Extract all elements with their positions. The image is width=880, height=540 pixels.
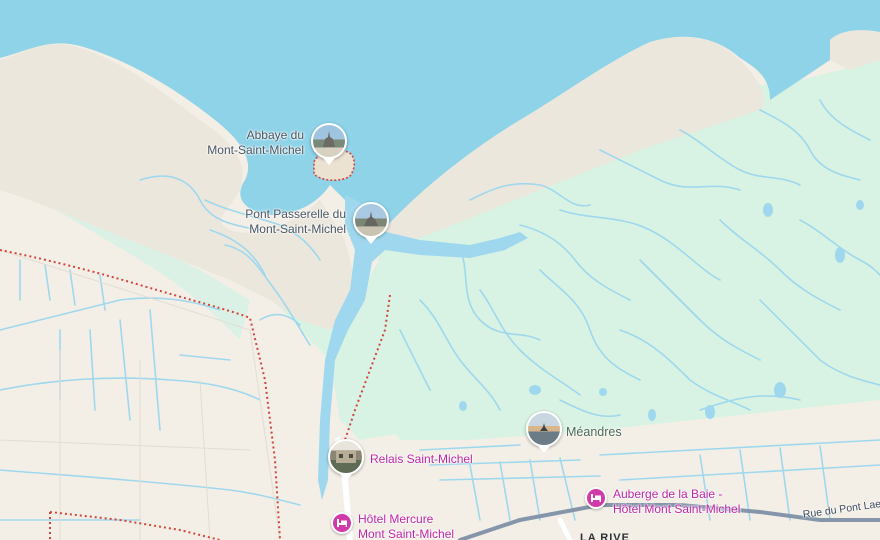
abbey-label-line2: Mont-Saint-Michel	[207, 143, 304, 157]
meandres-pin-tail	[538, 446, 550, 453]
mercure-label[interactable]: Hôtel Mercure Mont Saint-Michel	[358, 512, 454, 540]
bridge-label-line2: Mont-Saint-Michel	[249, 222, 346, 236]
bed-icon[interactable]	[585, 487, 607, 509]
abbey-label-line1: Abbaye du	[246, 128, 304, 142]
bed-icon[interactable]	[331, 512, 353, 534]
auberge-label[interactable]: Auberge de la Baie - Hôtel Mont Saint-Mi…	[613, 487, 740, 517]
map-canvas[interactable]: Abbaye du Mont-Saint-Michel Pont Passere…	[0, 0, 880, 540]
relais-pin-tail	[340, 474, 352, 481]
relais-label[interactable]: Relais Saint-Michel	[370, 452, 473, 467]
bridge-photo-icon[interactable]	[353, 202, 389, 238]
bridge-label[interactable]: Pont Passerelle du Mont-Saint-Michel	[245, 207, 346, 237]
town-label: LA RIVE	[580, 532, 630, 540]
auberge-label-line2: Hôtel Mont Saint-Michel	[613, 502, 741, 516]
auberge-label-line1: Auberge de la Baie -	[613, 487, 723, 501]
bridge-label-line1: Pont Passerelle du	[245, 207, 346, 221]
abbey-label[interactable]: Abbaye du Mont-Saint-Michel	[207, 128, 304, 158]
mercure-label-line2: Mont Saint-Michel	[358, 527, 455, 540]
abbey-pin-tail	[323, 158, 335, 165]
hotel-photo-icon[interactable]	[328, 439, 364, 475]
meandres-label[interactable]: Méandres	[566, 425, 622, 440]
mercure-label-line1: Hôtel Mercure	[358, 512, 434, 526]
bridge-pin-tail	[365, 237, 377, 244]
abbey-photo-icon[interactable]	[311, 123, 347, 159]
meandres-photo-icon[interactable]	[526, 411, 562, 447]
